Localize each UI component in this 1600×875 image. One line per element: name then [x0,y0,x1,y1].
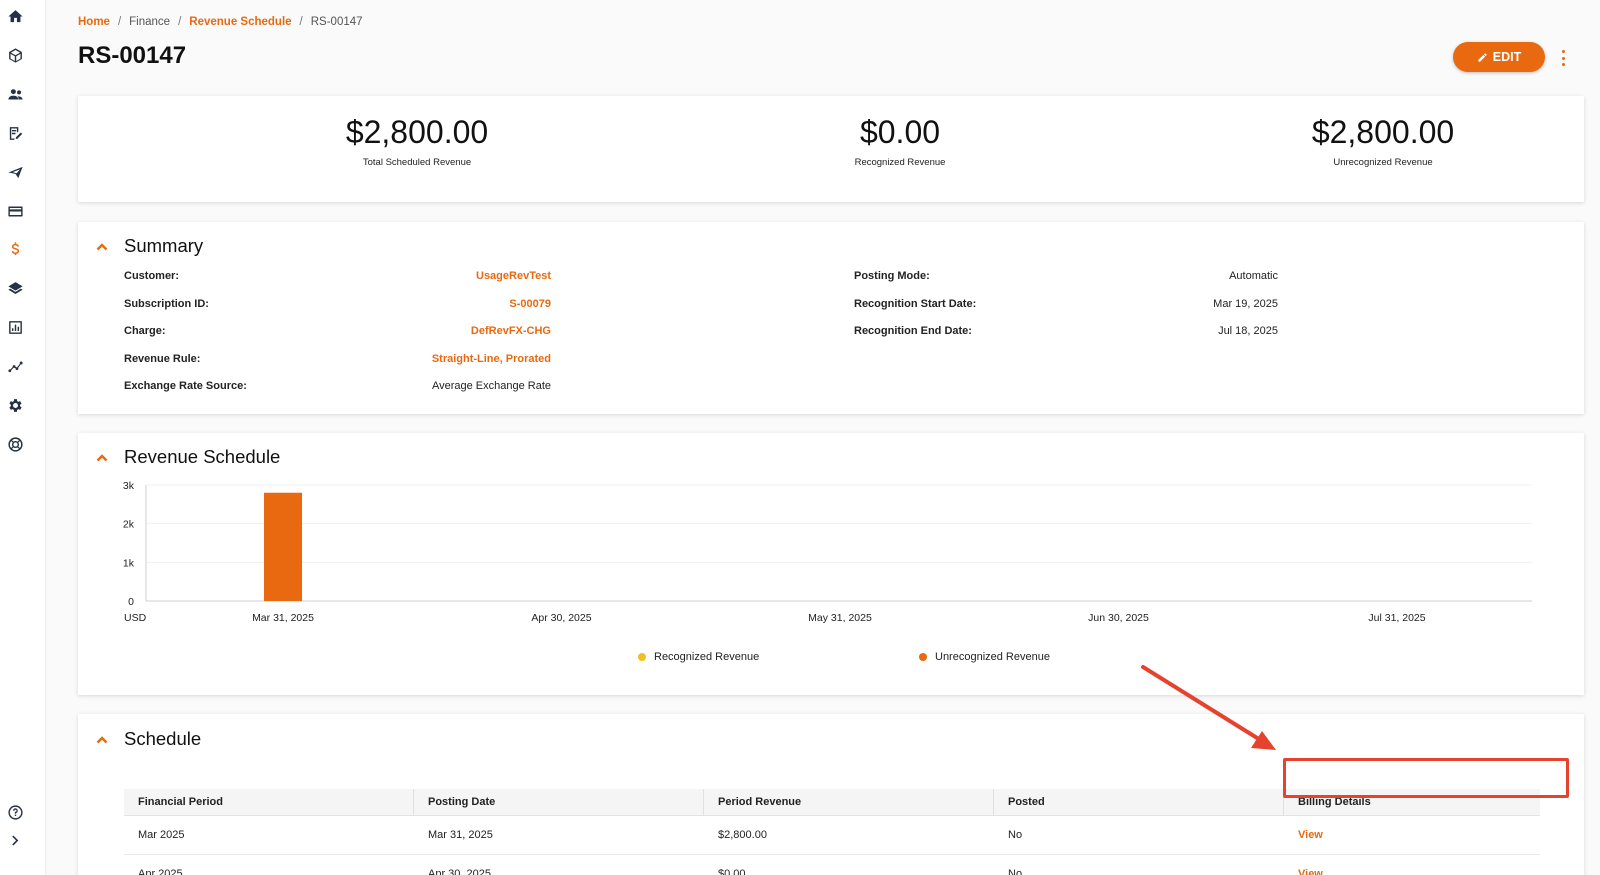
column-header-posting-date[interactable]: Posting Date [414,789,704,816]
posting-mode-label: Posting Mode: [854,270,930,282]
legend-label: Unrecognized Revenue [935,651,1050,663]
layers-icon[interactable] [4,277,26,299]
document-edit-icon[interactable] [4,122,26,144]
breadcrumb: Home / Finance / Revenue Schedule / RS-0… [78,16,363,28]
cell-posted: No [1008,829,1023,841]
column-header-period-revenue[interactable]: Period Revenue [704,789,994,816]
cell-posted: No [1008,868,1023,875]
breadcrumb-finance: Finance [129,16,171,28]
y-tick-label: 3k [123,480,135,492]
total-scheduled-revenue-stat: $2,800.00 Total Scheduled Revenue [267,114,567,168]
recognized-revenue-stat: $0.00 Recognized Revenue [750,114,1050,168]
y-tick-label: 1k [123,557,135,569]
gear-icon[interactable] [4,394,26,416]
y-tick-label: 2k [123,519,135,531]
credit-card-icon[interactable] [4,200,26,222]
view-billing-details-link[interactable]: View [1284,816,1323,855]
edit-button[interactable]: EDIT [1453,42,1545,72]
subscription-id-link[interactable]: S-00079 [509,298,551,310]
legend-recognized[interactable]: Recognized Revenue [638,651,759,663]
y-tick-label: 0 [128,596,134,608]
cell-posting-date: Mar 31, 2025 [428,829,493,841]
stat-label: Total Scheduled Revenue [362,157,472,168]
revenue-rule-link[interactable]: Straight-Line, Prorated [432,353,551,365]
posting-mode-value: Automatic [1229,270,1278,282]
column-header-posted[interactable]: Posted [994,789,1284,816]
cell-financial-period: Mar 2025 [138,829,185,841]
stat-amount: $0.00 [859,114,941,150]
y-axis-unit-label: USD [124,612,147,624]
report-chart-icon[interactable] [4,316,26,338]
revenue-schedule-card: Revenue Schedule 0 1k 2k 3k USD Mar 31, 2025 A… [78,433,1584,695]
sidebar [0,0,46,875]
breadcrumb-current: RS-00147 [310,16,363,28]
help-icon[interactable] [4,801,26,823]
revenue-rule-label: Revenue Rule: [124,353,201,365]
breadcrumb-separator: / [178,16,182,28]
page-title: RS-00147 [78,42,187,69]
schedule-title: Schedule [124,728,202,749]
breadcrumb-separator: / [299,16,303,28]
collapse-chevron-icon[interactable] [96,240,108,252]
stat-label: Recognized Revenue [854,157,946,168]
exchange-rate-source-label: Exchange Rate Source: [124,380,247,392]
x-tick-label: Jun 30, 2025 [1088,612,1149,624]
edit-button-label: EDIT [1492,50,1522,64]
summary-card: Summary Customer: UsageRevTest Subscript… [78,222,1584,414]
legend-dot [638,653,646,661]
table-row: Apr 2025 Apr 30, 2025 $0.00 No View [124,855,1540,875]
legend-label: Recognized Revenue [654,651,760,663]
recognition-start-date-value: Mar 19, 2025 [1213,298,1278,310]
exchange-rate-source-value: Average Exchange Rate [431,380,551,392]
summary-title: Summary [124,235,204,256]
box-icon[interactable] [4,44,26,66]
x-tick-label: Jul 31, 2025 [1368,612,1425,624]
trend-icon[interactable] [4,355,26,377]
cell-period-revenue: $2,800.00 [718,829,767,841]
schedule-header: Schedule [96,728,201,750]
breadcrumb-separator: / [117,16,122,28]
customer-label: Customer: [124,270,180,282]
view-billing-details-link[interactable]: View [1284,855,1323,875]
collapse-chevron-icon[interactable] [96,733,108,745]
cell-posting-date: Apr 30, 2025 [428,868,491,875]
recognition-end-date-label: Recognition End Date: [854,325,972,337]
annotation-highlight-box [1283,758,1569,798]
summary-header: Summary [96,235,203,257]
home-icon[interactable] [4,5,26,27]
customer-link[interactable]: UsageRevTest [476,270,551,282]
unrecognized-revenue-stat: $2,800.00 Unrecognized Revenue [1233,114,1533,168]
revenue-schedule-chart: 0 1k 2k 3k USD Mar 31, 2025 Apr 30, 2025 May 31… [123,480,1532,624]
cell-financial-period: Apr 2025 [138,868,183,875]
x-tick-label: May 31, 2025 [808,612,872,624]
dollar-icon[interactable] [4,238,26,260]
more-options-icon[interactable] [1557,50,1569,66]
recognition-start-date-label: Recognition Start Date: [854,298,977,310]
x-tick-label: Mar 31, 2025 [252,612,314,624]
breadcrumb-home-link[interactable]: Home [78,16,110,28]
charge-link[interactable]: DefRevFX-CHG [471,325,551,337]
lifebuoy-icon[interactable] [4,433,26,455]
revenue-totals-card: $2,800.00 Total Scheduled Revenue $0.00 … [78,96,1584,202]
subscription-id-label: Subscription ID: [124,298,209,310]
bar-unrecognized-revenue [264,492,302,601]
table-row: Mar 2025 Mar 31, 2025 $2,800.00 No View [124,816,1540,855]
breadcrumb-revenue-schedule-link[interactable]: Revenue Schedule [189,16,291,28]
legend-unrecognized[interactable]: Unrecognized Revenue [919,651,1050,663]
pencil-icon [1478,52,1487,62]
column-header-financial-period[interactable]: Financial Period [124,789,414,816]
recognition-end-date-value: Jul 18, 2025 [1218,325,1278,337]
stat-label: Unrecognized Revenue [1333,157,1433,168]
charge-label: Charge: [124,325,166,337]
people-icon[interactable] [4,83,26,105]
x-tick-label: Apr 30, 2025 [531,612,591,624]
expand-chevron-icon[interactable] [4,829,26,851]
stat-amount: $2,800.00 [345,114,489,150]
stat-amount: $2,800.00 [1311,114,1455,150]
legend-dot [919,653,927,661]
send-icon[interactable] [4,161,26,183]
cell-period-revenue: $0.00 [718,868,746,875]
